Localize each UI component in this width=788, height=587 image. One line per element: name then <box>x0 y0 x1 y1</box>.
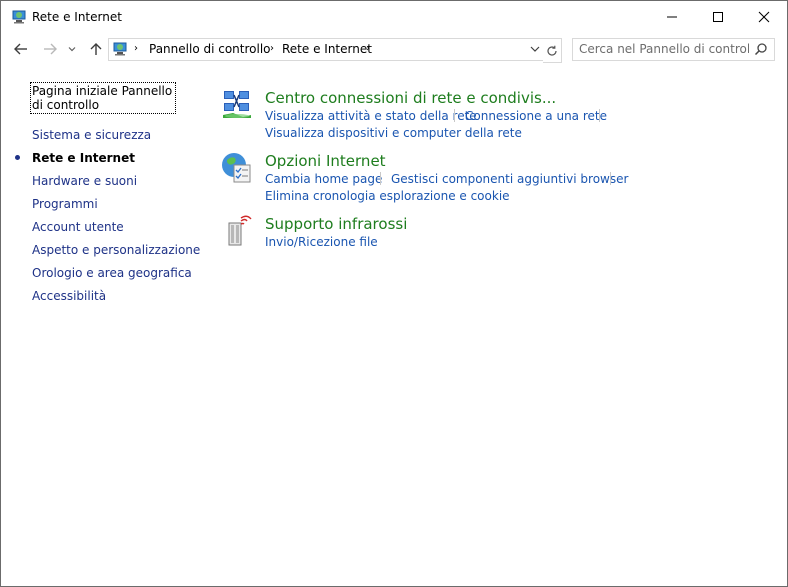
maximize-icon <box>713 12 723 22</box>
forward-button[interactable] <box>40 39 60 59</box>
infrared-icon[interactable] <box>221 215 253 247</box>
minimize-icon <box>667 16 677 18</box>
chevron-down-icon <box>68 47 76 52</box>
task-separator <box>454 109 455 122</box>
arrow-up-icon <box>90 43 102 55</box>
network-globe-icon <box>113 42 127 56</box>
minimize-button[interactable] <box>649 1 695 33</box>
task-view-network-status[interactable]: Visualizza attività e stato della rete <box>265 109 477 123</box>
task-connect-to-network[interactable]: Connessione a una rete <box>465 109 607 123</box>
task-send-receive-files[interactable]: Invio/Ricezione file <box>265 235 378 249</box>
window-title: Rete e Internet <box>32 10 122 24</box>
refresh-icon <box>547 45 557 56</box>
arrow-left-icon <box>14 43 27 55</box>
sidebar-item-appearance[interactable]: Aspetto e personalizzazione <box>32 243 200 257</box>
sidebar-item-programs[interactable]: Programmi <box>32 197 98 211</box>
sidebar-item-user-accounts[interactable]: Account utente <box>32 220 124 234</box>
close-button[interactable] <box>741 1 787 33</box>
task-view-network-devices[interactable]: Visualizza dispositivi e computer della … <box>265 126 522 140</box>
recent-locations-button[interactable] <box>65 39 79 59</box>
breadcrumb-chevron-icon[interactable]: › <box>134 43 138 54</box>
chevron-down-icon <box>530 46 540 52</box>
search-box[interactable] <box>572 38 775 61</box>
task-delete-history[interactable]: Elimina cronologia esplorazione e cookie <box>265 189 510 203</box>
close-icon <box>758 11 770 23</box>
breadcrumb-chevron-icon[interactable]: › <box>270 43 274 54</box>
breadcrumb-network-internet[interactable]: Rete e Internet <box>282 42 372 56</box>
up-button[interactable] <box>86 39 106 59</box>
search-input[interactable] <box>579 41 749 57</box>
title-bar[interactable]: Rete e Internet <box>1 1 787 33</box>
internet-options-icon[interactable] <box>221 152 253 184</box>
maximize-button[interactable] <box>695 1 741 33</box>
category-title-internet-options[interactable]: Opzioni Internet <box>265 152 386 170</box>
network-center-icon[interactable] <box>221 89 253 121</box>
address-bar[interactable]: › Pannello di controllo › Rete e Interne… <box>108 38 547 61</box>
sidebar-item-network-internet[interactable]: Rete e Internet <box>32 151 135 165</box>
sidebar-item-accessibility[interactable]: Accessibilità <box>32 289 106 303</box>
sidebar-item-clock-region[interactable]: Orologio e area geografica <box>32 266 192 280</box>
control-panel-home-link[interactable]: Pagina iniziale Pannello di controllo <box>30 82 176 114</box>
task-separator <box>380 172 381 185</box>
task-separator <box>610 172 611 185</box>
refresh-button[interactable] <box>543 38 562 63</box>
sidebar-item-hardware-sound[interactable]: Hardware e suoni <box>32 174 137 188</box>
sidebar-item-system-security[interactable]: Sistema e sicurezza <box>32 128 151 142</box>
navigation-bar: › Pannello di controllo › Rete e Interne… <box>1 33 787 67</box>
control-panel-window: Rete e Internet › Pannello di controllo … <box>0 0 788 587</box>
breadcrumb-control-panel[interactable]: Pannello di controllo <box>149 42 271 56</box>
task-change-home-page[interactable]: Cambia home page <box>265 172 382 186</box>
arrow-right-icon <box>44 43 57 55</box>
category-title-infrared[interactable]: Supporto infrarossi <box>265 215 407 233</box>
network-globe-icon <box>12 10 26 24</box>
task-separator <box>599 109 600 122</box>
back-button[interactable] <box>11 39 31 59</box>
address-dropdown-button[interactable] <box>528 41 542 57</box>
category-title-network-center[interactable]: Centro connessioni di rete e condivis... <box>265 89 556 107</box>
task-manage-addons[interactable]: Gestisci componenti aggiuntivi browser <box>391 172 628 186</box>
active-bullet-icon <box>15 155 20 160</box>
search-icon[interactable] <box>754 42 768 56</box>
breadcrumb-chevron-icon[interactable]: › <box>366 43 370 54</box>
